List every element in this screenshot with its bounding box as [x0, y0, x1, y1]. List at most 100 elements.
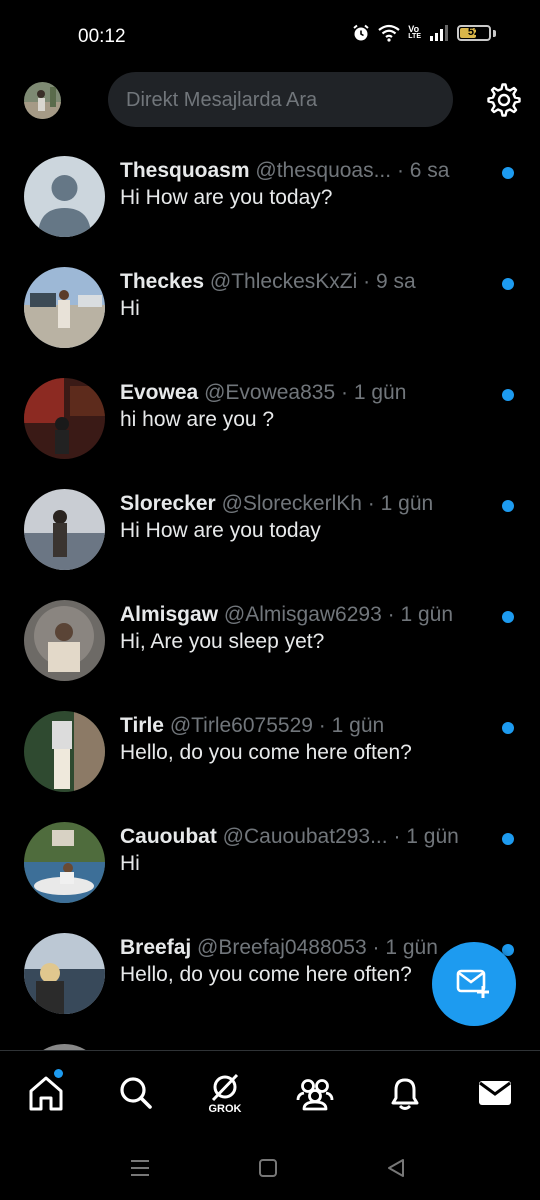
- conversation-header: Thesquoasm @thesquoas... · 6 sa: [120, 159, 492, 185]
- bottom-navigation: GROK: [0, 1050, 540, 1137]
- back-icon[interactable]: [386, 1158, 406, 1178]
- alarm-icon: [353, 24, 369, 41]
- nav-grok[interactable]: GROK: [205, 1073, 245, 1115]
- communities-icon: [296, 1079, 334, 1111]
- sender-handle: @Evowea835: [204, 381, 336, 404]
- conversation-header: Slorecker @SloreckerlKh · 1 gün: [120, 492, 492, 518]
- header: Direkt Mesajlarda Ara: [0, 72, 540, 128]
- sender-handle: @SloreckerlKh: [221, 492, 362, 515]
- conversation-header: Almisgaw @Almisgaw6293 · 1 gün: [120, 603, 492, 629]
- separator-dot: ·: [396, 159, 404, 182]
- conversation-row[interactable]: Thesquoasm @thesquoas... · 6 sa Hi How a…: [0, 140, 540, 251]
- message-preview: Hi: [120, 852, 140, 875]
- search-input[interactable]: Direkt Mesajlarda Ara: [108, 72, 453, 127]
- message-time: 1 gün: [400, 603, 454, 626]
- contact-avatar: [24, 267, 105, 348]
- sender-name: Slorecker: [120, 492, 216, 515]
- separator-dot: ·: [363, 270, 371, 293]
- contact-avatar: [24, 489, 105, 570]
- contact-avatar: [24, 600, 105, 681]
- contact-avatar: [24, 933, 105, 1014]
- message-preview: Hello, do you come here often?: [120, 741, 412, 764]
- sender-name: Thesquoasm: [120, 159, 250, 182]
- conversation-row[interactable]: Slorecker @SloreckerlKh · 1 gün Hi How a…: [0, 473, 540, 584]
- search-placeholder: Direkt Mesajlarda Ara: [126, 89, 318, 111]
- conversation-header: Tirle @Tirle6075529 · 1 gün: [120, 714, 492, 740]
- sender-handle: @ThleckesKxZi: [209, 270, 358, 293]
- grok-label: GROK: [208, 1103, 242, 1115]
- message-preview: Hi How are you today: [120, 519, 321, 542]
- sender-handle: @Tirle6075529: [169, 714, 313, 737]
- message-time: 1 gün: [380, 492, 434, 515]
- sender-handle: @Almisgaw6293: [223, 603, 382, 626]
- contact-avatar: [24, 378, 105, 459]
- sender-name: Tirle: [120, 714, 164, 737]
- message-preview: Hi, Are you sleep yet?: [120, 630, 325, 653]
- volte-bottom: LTE: [408, 33, 421, 40]
- contact-avatar: [24, 822, 105, 903]
- status-icons: Vo LTE 52: [352, 24, 496, 42]
- unread-dot: [502, 389, 514, 401]
- conversation-header: Evowea @Evowea835 · 1 gün: [120, 381, 492, 407]
- battery-icon: 52: [457, 25, 491, 41]
- separator-dot: ·: [318, 714, 326, 737]
- message-preview: Hi How are you today?: [120, 186, 333, 209]
- message-preview: hi how are you ?: [120, 408, 275, 431]
- unread-dot: [502, 500, 514, 512]
- messages-icon: [479, 1081, 511, 1105]
- message-time: 9 sa: [375, 270, 416, 293]
- volte-badge: Vo LTE: [408, 25, 421, 41]
- recents-menu-icon[interactable]: [129, 1158, 151, 1178]
- volte-top: Vo: [408, 24, 420, 34]
- system-navigation: [0, 1136, 540, 1200]
- message-time: 1 gün: [353, 381, 407, 404]
- separator-dot: ·: [372, 936, 380, 959]
- message-time: 1 gün: [385, 936, 438, 959]
- nav-home[interactable]: [26, 1069, 66, 1113]
- contact-avatar: [24, 711, 105, 792]
- separator-dot: ·: [393, 825, 401, 848]
- home-icon: [29, 1076, 63, 1111]
- unread-dot: [502, 278, 514, 290]
- home-button-icon[interactable]: [258, 1158, 278, 1178]
- message-preview: Hi: [120, 297, 140, 320]
- battery-level: 52: [467, 26, 481, 38]
- notifications-icon: [391, 1078, 419, 1110]
- conversation-row[interactable]: Theckes @ThleckesKxZi · 9 sa Hi: [0, 251, 540, 362]
- sender-name: Breefaj: [120, 936, 192, 959]
- new-message-icon: [456, 969, 489, 998]
- settings-gear-icon[interactable]: [486, 82, 522, 118]
- sender-handle: @thesquoas...: [255, 159, 392, 182]
- conversation-header: Breefaj @Breefaj0488053 · 1 gün: [120, 936, 492, 962]
- sender-name: Evowea: [120, 381, 199, 404]
- nav-messages[interactable]: [475, 1073, 515, 1113]
- message-time: 1 gün: [406, 825, 459, 848]
- conversation-row[interactable]: Tirle @Tirle6075529 · 1 gün Hello, do yo…: [0, 695, 540, 806]
- new-message-button[interactable]: [432, 942, 516, 1026]
- conversation-header: Theckes @ThleckesKxZi · 9 sa: [120, 270, 492, 296]
- message-time: 1 gün: [331, 714, 385, 737]
- home-notification-dot: [54, 1069, 63, 1078]
- nav-communities[interactable]: [295, 1073, 335, 1113]
- search-icon: [120, 1077, 152, 1109]
- sender-name: Cauoubat: [120, 825, 217, 848]
- grok-icon: [211, 1073, 239, 1102]
- sender-handle: @Cauoubat293...: [222, 825, 388, 848]
- separator-dot: ·: [340, 381, 348, 404]
- unread-dot: [502, 722, 514, 734]
- sender-name: Almisgaw: [120, 603, 219, 626]
- conversation-row[interactable]: Evowea @Evowea835 · 1 gün hi how are you…: [0, 362, 540, 473]
- conversation-row[interactable]: Almisgaw @Almisgaw6293 · 1 gün Hi, Are y…: [0, 584, 540, 695]
- battery-tip: [493, 29, 496, 37]
- conversation-row-partial[interactable]: [0, 1028, 540, 1050]
- conversation-list: Thesquoasm @thesquoas... · 6 sa Hi How a…: [0, 140, 540, 1050]
- nav-notifications[interactable]: [385, 1073, 425, 1113]
- conversation-row[interactable]: Cauoubat @Cauoubat293... · 1 gün Hi: [0, 806, 540, 917]
- unread-dot: [502, 611, 514, 623]
- signal-icon: [430, 25, 448, 41]
- separator-dot: ·: [387, 603, 395, 626]
- profile-avatar[interactable]: [24, 82, 61, 119]
- default-avatar: [24, 156, 105, 237]
- sender-name: Theckes: [120, 270, 205, 293]
- nav-search[interactable]: [116, 1073, 156, 1113]
